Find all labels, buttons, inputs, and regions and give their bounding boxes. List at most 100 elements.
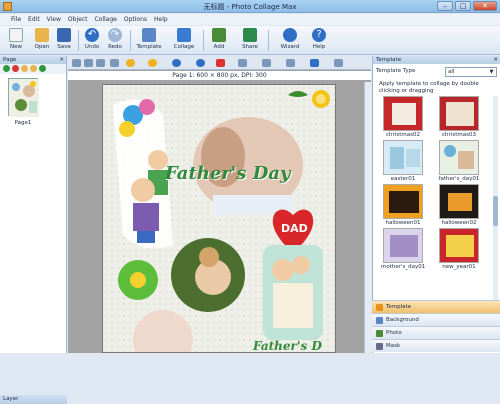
template-thumbnail (439, 228, 479, 263)
toolbar-separator (130, 30, 131, 51)
refresh-icon[interactable] (39, 65, 46, 72)
wizard-label: Wizard (280, 44, 300, 50)
page-panel: Page ✕ Page1 Layer (0, 56, 67, 404)
right-panel-tabs: Template Background Photo Mask (372, 300, 500, 352)
toolbar-separator (268, 30, 269, 51)
tab-mask[interactable]: Mask (372, 339, 500, 352)
template-item[interactable]: new_year01 (437, 228, 481, 270)
template-item[interactable]: christmas03 (437, 96, 481, 138)
canvas-footer-text: Father's D (253, 339, 322, 353)
template-button[interactable]: Template (133, 28, 165, 50)
delete-page-icon[interactable] (12, 65, 19, 72)
template-type-select[interactable]: all ▼ (445, 67, 497, 77)
template-thumbnail (383, 228, 423, 263)
text-tool-icon[interactable] (96, 59, 105, 67)
template-item[interactable]: halloween02 (437, 184, 481, 226)
template-name: mother's_day01 (381, 264, 426, 270)
background-tab-icon (376, 317, 383, 324)
tab-photo-label: Photo (386, 330, 402, 336)
add-button[interactable]: Add (205, 28, 233, 50)
save-label: Save (57, 44, 71, 50)
maximize-button[interactable]: □ (455, 1, 471, 11)
template-scrollbar-thumb[interactable] (493, 196, 498, 226)
tab-template[interactable]: Template (372, 300, 500, 313)
distribute-icon[interactable] (286, 59, 295, 67)
tab-background[interactable]: Background (372, 313, 500, 326)
menu-bar: File Edit View Object Collage Options He… (0, 14, 500, 25)
template-name: halloween02 (441, 220, 477, 226)
menu-help[interactable]: Help (154, 14, 168, 25)
template-panel-close-icon[interactable]: ✕ (493, 56, 498, 64)
template-item[interactable]: mother's_day01 (381, 228, 425, 270)
menu-edit[interactable]: Edit (28, 14, 40, 25)
template-thumbnail (383, 96, 423, 131)
share-label: Share (242, 44, 258, 50)
template-thumbnail (383, 140, 423, 175)
page-up-icon[interactable] (21, 65, 28, 72)
page-panel-close-icon[interactable]: ✕ (59, 56, 64, 64)
redo-button[interactable]: ↷ Redo (101, 28, 129, 50)
tab-background-label: Background (386, 317, 419, 323)
wizard-button[interactable]: Wizard (275, 28, 305, 50)
collage-artwork (113, 90, 330, 352)
redo-icon: ↷ (108, 28, 122, 42)
menu-collage[interactable]: Collage (94, 14, 116, 25)
undo-icon: ↶ (85, 28, 99, 42)
template-item[interactable]: father's_day01 (437, 140, 481, 182)
delete-icon[interactable] (216, 59, 225, 67)
flip-icon[interactable] (238, 59, 247, 67)
save-button[interactable]: Save (50, 28, 78, 50)
share-button[interactable]: Share (236, 28, 264, 50)
save-icon (57, 28, 71, 42)
canvas-toolbar (68, 56, 371, 70)
help-button[interactable]: ? Help (305, 28, 333, 50)
menu-object[interactable]: Object (68, 14, 88, 25)
template-item[interactable]: easter01 (381, 140, 425, 182)
layer-panel-header: Layer (0, 395, 67, 404)
menu-options[interactable]: Options (124, 14, 147, 25)
template-panel-title: Template (376, 57, 402, 63)
rotate-left-icon[interactable] (172, 59, 181, 67)
page-panel-tools (0, 64, 66, 74)
template-thumbnail (439, 140, 479, 175)
template-hint: Apply template to collage by double clic… (379, 81, 479, 94)
window-title: 无标题 - Photo Collage Max (203, 3, 297, 11)
rotate-right-icon[interactable] (196, 59, 205, 67)
minimize-button[interactable]: – (437, 1, 453, 11)
fit-icon[interactable] (334, 59, 343, 67)
page-down-icon[interactable] (30, 65, 37, 72)
crop-tool-icon[interactable] (84, 59, 93, 67)
tab-mask-label: Mask (386, 343, 401, 349)
zoom-icon[interactable] (310, 59, 319, 67)
add-page-icon[interactable] (3, 65, 10, 72)
select-tool-icon[interactable] (72, 59, 81, 67)
mask-tab-icon (376, 343, 383, 350)
canvas-vertical-scrollbar[interactable] (364, 82, 371, 353)
align-icon[interactable] (262, 59, 271, 67)
image-tool-icon[interactable] (110, 59, 119, 67)
wizard-icon (283, 28, 297, 42)
template-item[interactable]: halloween01 (381, 184, 425, 226)
redo-label: Redo (108, 44, 122, 50)
chevron-down-icon: ▼ (489, 69, 494, 75)
template-label: Template (136, 44, 162, 50)
tab-photo[interactable]: Photo (372, 326, 500, 339)
main-toolbar: New Open Save ↶ Undo ↷ Redo Template Col… (0, 26, 500, 55)
template-name: christmas02 (386, 132, 420, 138)
new-icon (9, 28, 23, 42)
close-button[interactable]: ✕ (473, 1, 497, 11)
canvas-heading: Father's Day (165, 163, 291, 184)
layer-down-icon[interactable] (148, 59, 157, 67)
page-thumbnail[interactable] (8, 78, 39, 117)
new-button[interactable]: New (2, 28, 30, 50)
collage-button[interactable]: Collage (168, 28, 200, 50)
template-type-value: all (448, 69, 455, 75)
canvas-area: Page 1: 600 × 800 px, DPI: 300 Father's … (68, 56, 371, 353)
menu-view[interactable]: View (47, 14, 61, 25)
layer-up-icon[interactable] (126, 59, 135, 67)
collage-label: Collage (173, 44, 195, 50)
menu-file[interactable]: File (11, 14, 21, 25)
template-item[interactable]: christmas02 (381, 96, 425, 138)
template-name: father's_day01 (438, 176, 480, 182)
collage-page[interactable]: Father's Day DAD Father's D (102, 84, 336, 353)
